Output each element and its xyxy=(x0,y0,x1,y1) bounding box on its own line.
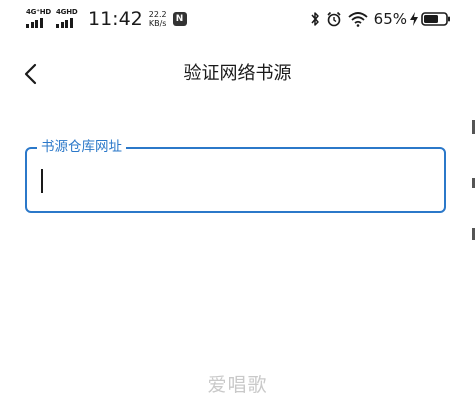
status-bar-right: 65% xyxy=(310,8,451,30)
sim1-signal-icon: 4G⁺HD xyxy=(26,8,51,30)
network-speed-unit: KB/s xyxy=(148,19,167,28)
network-speed: 22.2 KB/s xyxy=(149,10,167,28)
alarm-icon xyxy=(327,11,341,27)
charging-icon xyxy=(410,12,418,26)
bluetooth-icon xyxy=(311,12,319,26)
sim2-signal-icon: 4GHD xyxy=(56,8,80,30)
battery-percentage: 65% xyxy=(373,10,407,28)
text-cursor xyxy=(41,169,43,193)
status-bar: 4G⁺HD 4GHD 11:42 22.2 KB/s N 65% xyxy=(0,0,475,38)
app-header: 验证网络书源 xyxy=(0,52,475,96)
sim1-signal-bars xyxy=(26,18,44,28)
notification-app-icon: N xyxy=(172,12,187,26)
sim2-signal-bars xyxy=(56,18,74,28)
sim1-network-type: 4G⁺HD xyxy=(26,8,51,16)
page-title: 验证网络书源 xyxy=(183,63,292,84)
chevron-left-icon xyxy=(24,63,37,85)
watermark-text: 爱唱歌 xyxy=(207,374,268,396)
status-time: 11:42 xyxy=(88,8,143,30)
repo-url-input[interactable] xyxy=(37,161,432,197)
network-speed-value: 22.2 xyxy=(148,10,167,19)
wifi-icon xyxy=(348,12,368,27)
repo-url-field[interactable]: 书源仓库网址 xyxy=(25,138,446,213)
screen: 4G⁺HD 4GHD 11:42 22.2 KB/s N 65% 验证网络书源 … xyxy=(0,0,475,405)
battery-icon xyxy=(421,12,450,26)
sim2-network-type: 4GHD xyxy=(56,8,78,16)
back-button[interactable] xyxy=(18,60,46,88)
status-bar-left: 4G⁺HD 4GHD 11:42 22.2 KB/s N xyxy=(26,8,187,30)
repo-url-label: 书源仓库网址 xyxy=(37,138,126,156)
